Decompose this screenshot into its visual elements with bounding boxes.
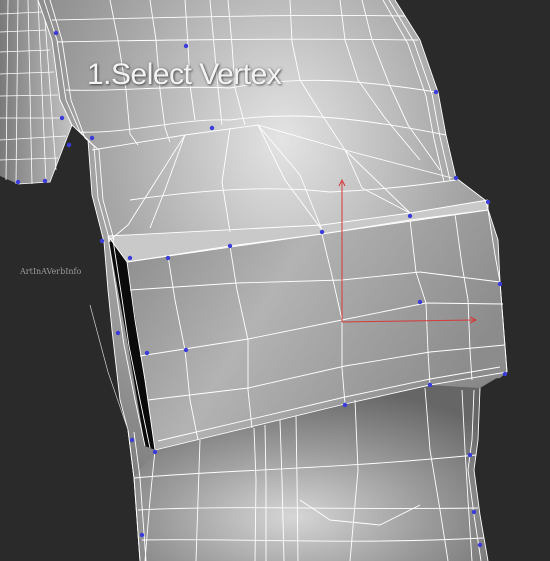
watermark: ArtInAVerbInfo <box>20 267 82 276</box>
step-caption: 1.Select Vertex <box>87 58 282 91</box>
3d-viewport[interactable]: 1.Select Vertex ArtInAVerbInfo <box>0 0 550 561</box>
